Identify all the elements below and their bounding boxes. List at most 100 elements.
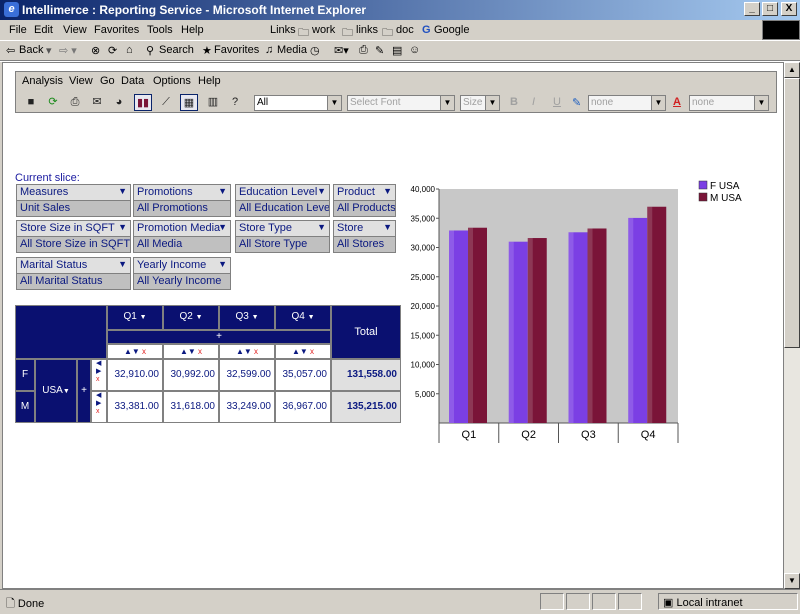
remove-icon[interactable]: x bbox=[254, 347, 258, 356]
line-chart-icon[interactable]: ⟋ bbox=[157, 94, 175, 111]
cube-icon[interactable]: ▥ bbox=[204, 94, 222, 111]
table-cell[interactable]: 36,967.00 bbox=[275, 391, 331, 423]
slicer-header[interactable]: Promotions ▼ bbox=[134, 185, 230, 201]
color-select[interactable]: none ▼ bbox=[689, 95, 769, 111]
total-cell[interactable]: 135,215.00 bbox=[331, 391, 401, 423]
sort-controls[interactable]: ▲▼ x bbox=[107, 344, 163, 359]
pie-chart-icon[interactable]: ◕ bbox=[110, 94, 128, 111]
back-button[interactable]: Back bbox=[19, 44, 43, 56]
print-icon[interactable]: ⎙ bbox=[66, 94, 84, 111]
slicer-store-type[interactable]: Store Type ▼ All Store Type bbox=[235, 220, 330, 253]
table-cell[interactable]: 33,381.00 bbox=[107, 391, 163, 423]
column-header-q4[interactable]: Q4 ▼ bbox=[275, 305, 331, 330]
close-button[interactable]: X bbox=[781, 2, 797, 16]
slicer-store[interactable]: Store ▼ All Stores bbox=[333, 220, 396, 253]
slicer-header[interactable]: Education Level ▼ bbox=[236, 185, 329, 201]
history-icon[interactable]: ◷ bbox=[310, 44, 320, 57]
menu-favorites[interactable]: Favorites bbox=[94, 24, 139, 36]
highlight-select[interactable]: none ▼ bbox=[588, 95, 666, 111]
app-menu-analysis[interactable]: Analysis bbox=[22, 75, 63, 87]
row-expand-plus[interactable]: + bbox=[77, 359, 91, 423]
slicer-header[interactable]: Measures ▼ bbox=[17, 185, 130, 201]
discuss-icon[interactable]: ▤ bbox=[392, 44, 402, 57]
table-icon[interactable]: ▦ bbox=[180, 94, 198, 111]
slicer-store-size[interactable]: Store Size in SQFT ▼ All Store Size in SQ… bbox=[16, 220, 131, 253]
slicer-header[interactable]: Store ▼ bbox=[334, 221, 395, 237]
table-cell[interactable]: 32,910.00 bbox=[107, 359, 163, 391]
app-menu-go[interactable]: Go bbox=[100, 75, 115, 87]
sort-controls[interactable]: ▲▼ x bbox=[219, 344, 275, 359]
stop-icon[interactable]: ⊗ bbox=[91, 44, 100, 57]
menu-help[interactable]: Help bbox=[181, 24, 204, 36]
favorites-button[interactable]: Favorites bbox=[214, 44, 259, 56]
dropdown-arrow-icon[interactable]: ▾ bbox=[46, 44, 52, 57]
home-icon[interactable]: ⌂ bbox=[126, 44, 133, 56]
minimize-button[interactable]: _ bbox=[744, 2, 760, 16]
menu-tools[interactable]: Tools bbox=[147, 24, 173, 36]
scope-select[interactable]: All ▼ bbox=[254, 95, 342, 111]
size-select[interactable]: Size ▼ bbox=[460, 95, 500, 111]
scroll-up-button[interactable]: ▲ bbox=[784, 62, 800, 78]
table-cell[interactable]: 30,992.00 bbox=[163, 359, 219, 391]
slicer-header[interactable]: Marital Status ▼ bbox=[17, 258, 130, 274]
forward-button[interactable]: ⇨ ▾ bbox=[59, 44, 77, 57]
mail-icon[interactable]: ✉▾ bbox=[334, 44, 349, 57]
app-menu-view[interactable]: View bbox=[69, 75, 93, 87]
underline-button[interactable]: U bbox=[553, 96, 561, 108]
expand-plus-button[interactable]: + bbox=[107, 330, 331, 344]
email-icon[interactable]: ✉ bbox=[88, 94, 106, 111]
sort-controls[interactable]: ▲▼ x bbox=[163, 344, 219, 359]
row-dim-usa[interactable]: USA▼ bbox=[35, 359, 77, 423]
refresh-icon[interactable]: ⟳ bbox=[108, 44, 117, 57]
slicer-header[interactable]: Yearly Income ▼ bbox=[134, 258, 230, 274]
menu-file[interactable]: File bbox=[9, 24, 27, 36]
help-icon[interactable]: ? bbox=[226, 94, 244, 111]
link-links[interactable]: links bbox=[356, 24, 378, 36]
link-doc[interactable]: doc bbox=[396, 24, 414, 36]
search-button[interactable]: Search bbox=[159, 44, 194, 56]
sort-controls[interactable]: ▲▼ x bbox=[275, 344, 331, 359]
bar-chart-icon[interactable]: ▮▮ bbox=[134, 94, 152, 111]
link-google[interactable]: Google bbox=[434, 24, 469, 36]
font-color-button[interactable]: A bbox=[673, 96, 681, 108]
remove-icon[interactable]: x bbox=[142, 347, 146, 356]
font-select[interactable]: Select Font ▼ bbox=[347, 95, 455, 111]
row-sort-controls[interactable]: ◀ ▶ x bbox=[91, 391, 107, 423]
print-icon[interactable]: ⎙ bbox=[359, 44, 368, 57]
slicer-header[interactable]: Promotion Media ▼ bbox=[134, 221, 230, 237]
column-header-q2[interactable]: Q2 ▼ bbox=[163, 305, 219, 330]
app-menu-options[interactable]: Options bbox=[153, 75, 191, 87]
scroll-down-button[interactable]: ▼ bbox=[784, 573, 800, 589]
scroll-thumb[interactable] bbox=[784, 78, 800, 348]
menu-edit[interactable]: Edit bbox=[34, 24, 53, 36]
save-icon[interactable]: ■ bbox=[22, 94, 40, 111]
total-cell[interactable]: 131,558.00 bbox=[331, 359, 401, 391]
messenger-icon[interactable]: ☺ bbox=[409, 44, 420, 56]
slicer-yearly-income[interactable]: Yearly Income ▼ All Yearly Income bbox=[133, 257, 231, 290]
column-header-q1[interactable]: Q1 ▼ bbox=[107, 305, 163, 330]
slicer-measures[interactable]: Measures ▼ Unit Sales bbox=[16, 184, 131, 217]
highlight-icon[interactable]: ✎ bbox=[572, 96, 581, 109]
slicer-header[interactable]: Product ▼ bbox=[334, 185, 395, 201]
italic-button[interactable]: I bbox=[532, 96, 535, 108]
app-menu-help[interactable]: Help bbox=[198, 75, 221, 87]
vertical-scrollbar[interactable]: ▲ ▼ bbox=[784, 62, 800, 589]
edit-icon[interactable]: ✎ bbox=[375, 44, 384, 57]
menu-view[interactable]: View bbox=[63, 24, 87, 36]
table-cell[interactable]: 33,249.00 bbox=[219, 391, 275, 423]
table-cell[interactable]: 35,057.00 bbox=[275, 359, 331, 391]
slicer-promotions[interactable]: Promotions ▼ All Promotions bbox=[133, 184, 231, 217]
remove-icon[interactable]: x bbox=[198, 347, 202, 356]
remove-icon[interactable]: x bbox=[310, 347, 314, 356]
table-cell[interactable]: 31,618.00 bbox=[163, 391, 219, 423]
row-sort-controls[interactable]: ◀ ▶ x bbox=[91, 359, 107, 391]
app-menu-data[interactable]: Data bbox=[121, 75, 144, 87]
bold-button[interactable]: B bbox=[510, 96, 518, 108]
link-work[interactable]: work bbox=[312, 24, 335, 36]
maximize-button[interactable]: □ bbox=[762, 2, 778, 16]
slicer-promotion-media[interactable]: Promotion Media ▼ All Media bbox=[133, 220, 231, 253]
refresh-icon[interactable]: ⟳ bbox=[44, 94, 62, 111]
media-button[interactable]: Media bbox=[277, 44, 307, 56]
table-cell[interactable]: 32,599.00 bbox=[219, 359, 275, 391]
slicer-education-level[interactable]: Education Level ▼ All Education Level bbox=[235, 184, 330, 217]
